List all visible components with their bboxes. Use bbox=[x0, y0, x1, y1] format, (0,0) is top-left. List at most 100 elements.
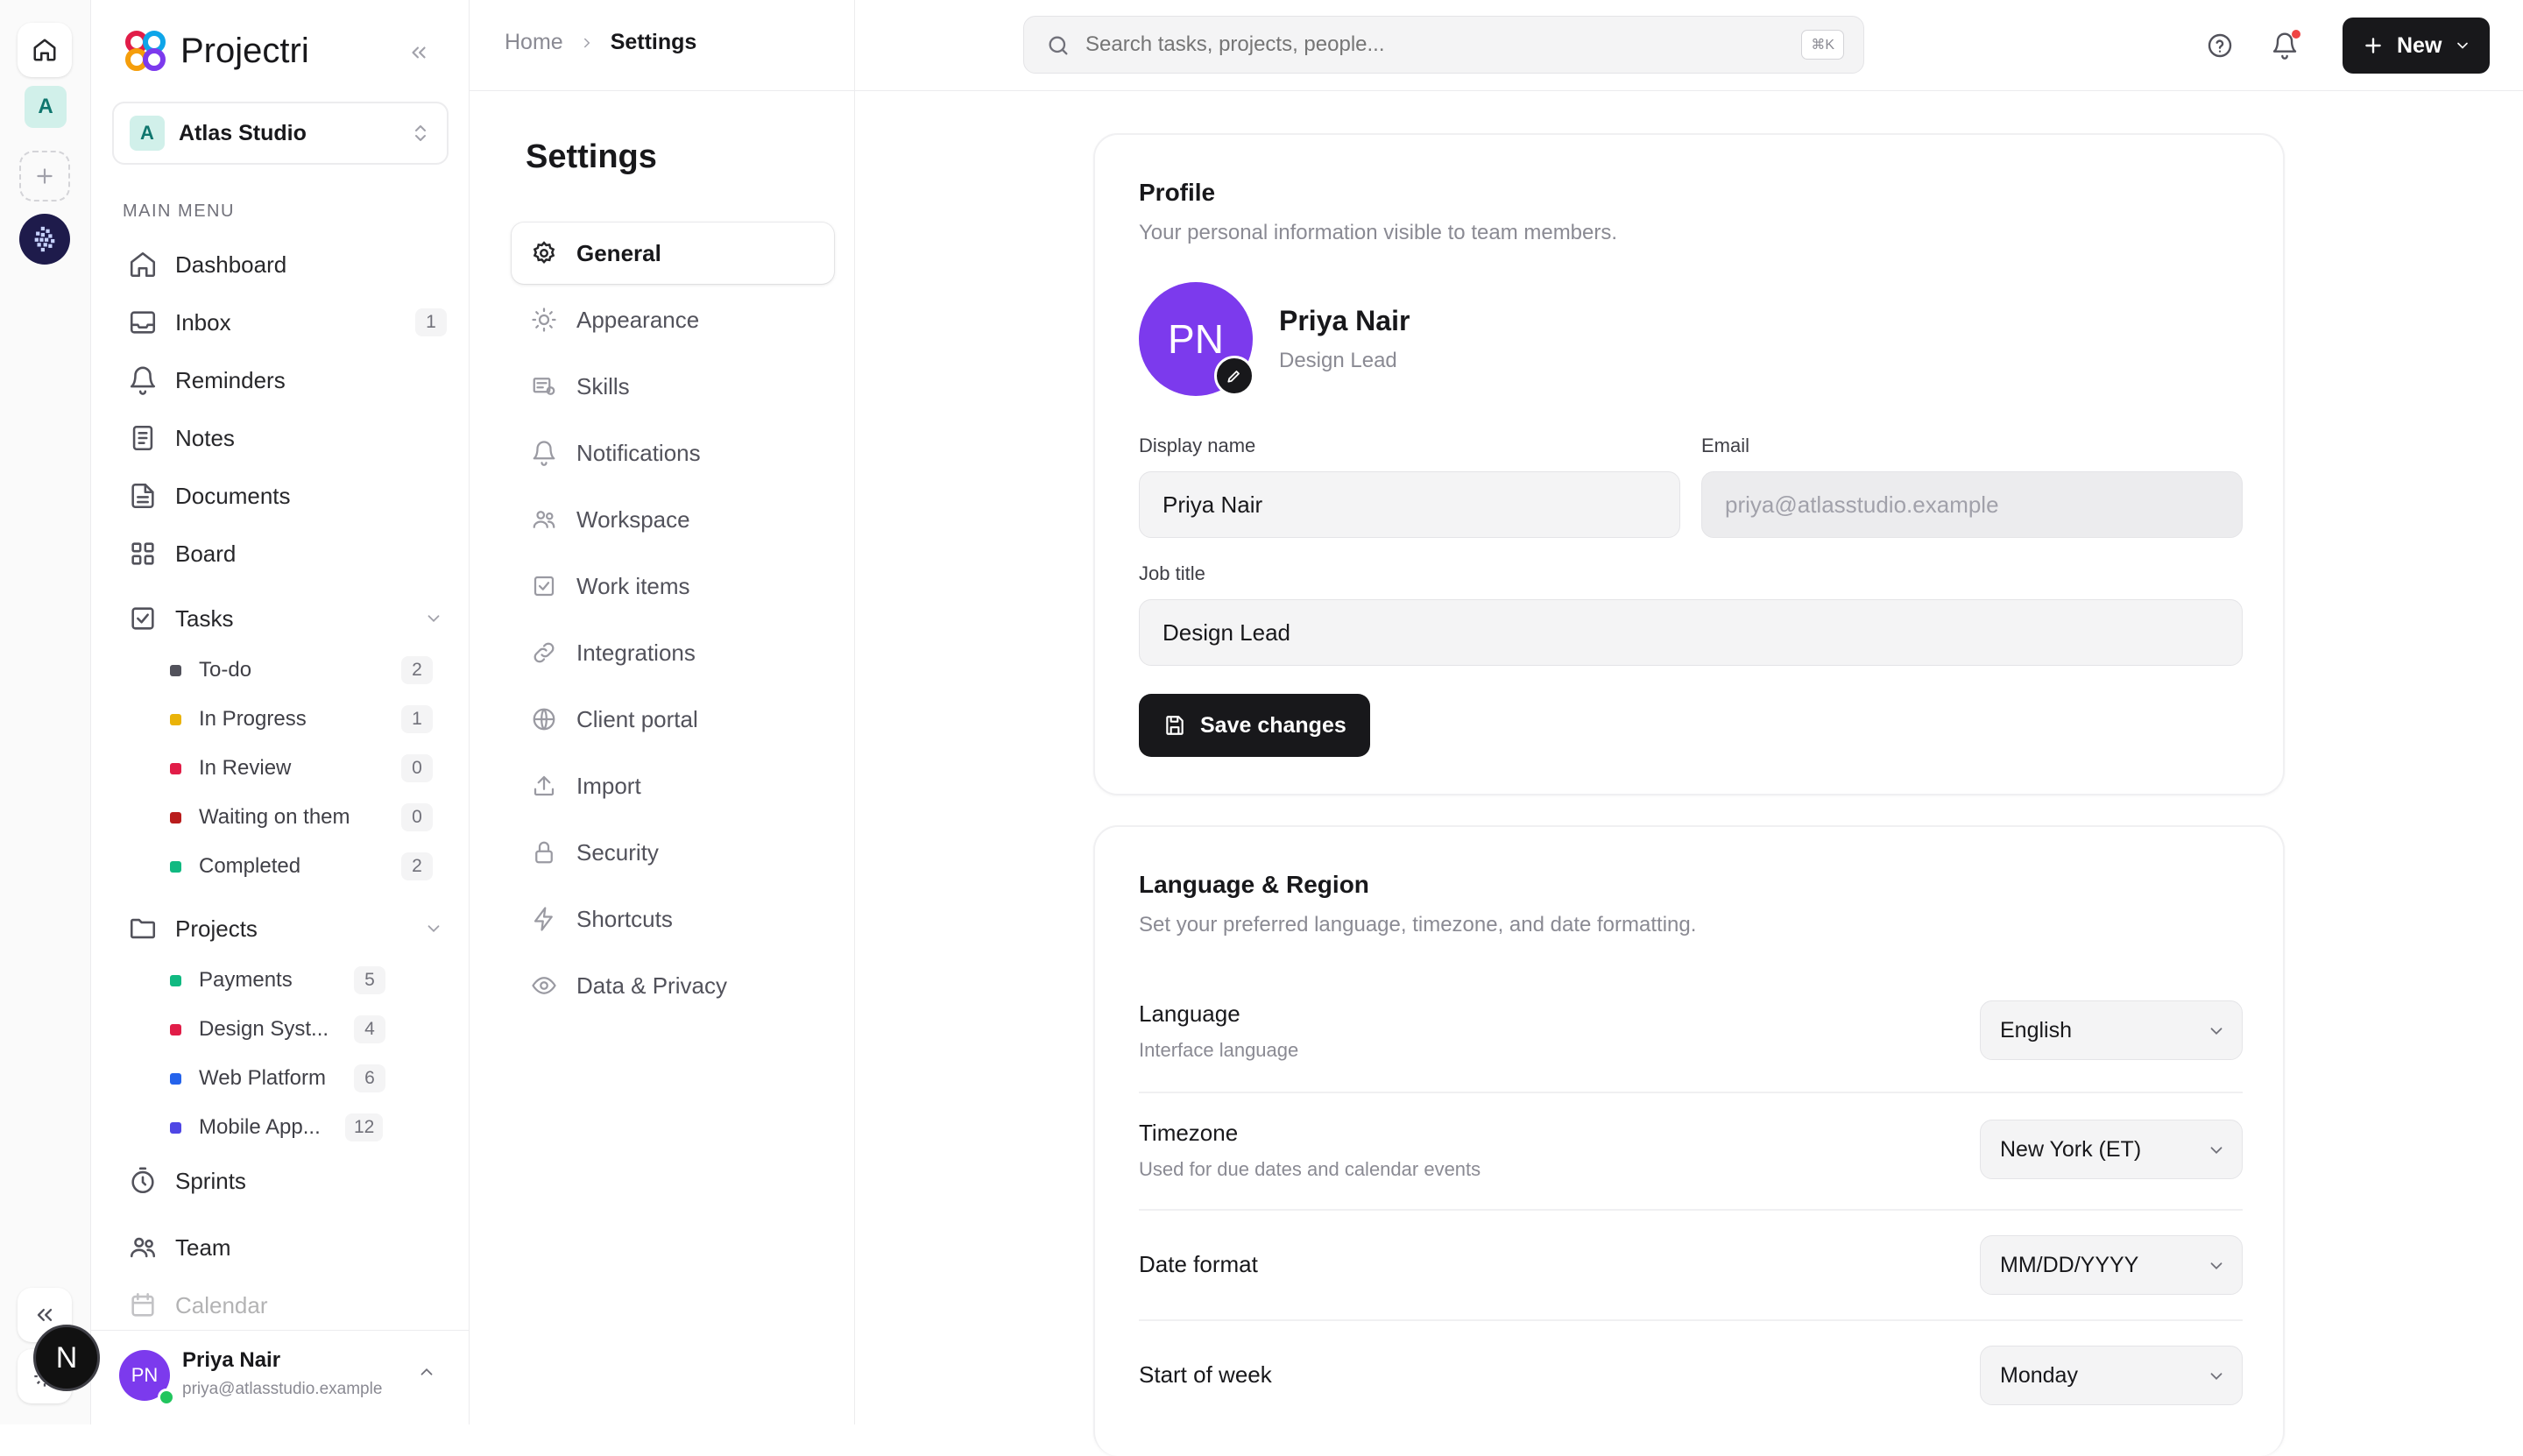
sidebar-item-notes[interactable]: Notes bbox=[123, 413, 447, 463]
settings-item-skills[interactable]: Skills bbox=[512, 356, 834, 417]
project-item-mobile-app[interactable]: Mobile App... bbox=[170, 1106, 321, 1149]
sidebar-item-calendar[interactable]: Calendar bbox=[123, 1281, 447, 1330]
settings-item-data-privacy[interactable]: Data & Privacy bbox=[512, 955, 834, 1016]
settings-item-work-items[interactable]: Work items bbox=[512, 555, 834, 617]
task-status-todo[interactable]: To-do bbox=[170, 648, 251, 692]
language-select[interactable]: English bbox=[1980, 1000, 2243, 1060]
display-name-label: Display name bbox=[1139, 435, 1256, 456]
timezone-row-sub: Used for due dates and calendar events bbox=[1139, 1158, 1481, 1180]
timezone-select-value: New York (ET) bbox=[2000, 1136, 2142, 1162]
task-status-in-review[interactable]: In Review bbox=[170, 746, 291, 790]
task-count-badge: 0 bbox=[401, 803, 433, 831]
note-icon bbox=[132, 425, 153, 451]
sidebar-collapse-button[interactable] bbox=[403, 37, 435, 68]
sidebar-item-inbox[interactable]: Inbox 1 bbox=[123, 298, 447, 347]
project-item-design-system[interactable]: Design Syst... bbox=[170, 1007, 329, 1051]
settings-item-import[interactable]: Import bbox=[512, 755, 834, 816]
task-count-badge: 2 bbox=[401, 656, 433, 684]
chevron-down-icon bbox=[2210, 1262, 2223, 1270]
sidebar-item-label: Documents bbox=[175, 482, 291, 509]
sidebar-item-sprints[interactable]: Sprints bbox=[123, 1156, 447, 1205]
chevron-down-icon bbox=[428, 925, 440, 933]
rail-add-workspace-button[interactable] bbox=[19, 151, 70, 201]
settings-item-label: General bbox=[576, 239, 661, 266]
sidebar-item-team[interactable]: Team bbox=[123, 1223, 447, 1272]
sidebar-item-board[interactable]: Board bbox=[123, 529, 447, 578]
user-menu[interactable]: PN Priya Nair priya@atlasstudio.example bbox=[91, 1330, 469, 1424]
profile-title: Profile bbox=[1139, 179, 1216, 206]
start-of-week-select[interactable]: Monday bbox=[1980, 1346, 2243, 1405]
profile-name: Priya Nair bbox=[1279, 305, 1410, 336]
task-status-in-progress[interactable]: In Progress bbox=[170, 697, 307, 741]
new-button[interactable]: New bbox=[2343, 18, 2490, 74]
user-name: Priya Nair bbox=[182, 1348, 281, 1372]
sidebar-item-documents[interactable]: Documents bbox=[123, 471, 447, 520]
language-row-label: Language bbox=[1139, 1000, 1240, 1027]
project-item-payments[interactable]: Payments bbox=[170, 958, 293, 1002]
workspace-avatar: A bbox=[130, 116, 165, 151]
sidebar-item-dashboard[interactable]: Dashboard bbox=[123, 240, 447, 289]
save-changes-button[interactable]: Save changes bbox=[1139, 694, 1370, 757]
task-status-label: In Progress bbox=[199, 707, 307, 731]
project-count-badge: 6 bbox=[354, 1064, 385, 1092]
job-title-field[interactable]: Design Lead bbox=[1139, 599, 2243, 666]
date-format-select[interactable]: MM/DD/YYYY bbox=[1980, 1235, 2243, 1295]
workspace-switcher[interactable]: A Atlas Studio bbox=[112, 102, 449, 165]
settings-title: Settings bbox=[526, 138, 657, 175]
settings-item-label: Security bbox=[576, 838, 659, 866]
settings-item-security[interactable]: Security bbox=[512, 822, 834, 883]
settings-item-client-portal[interactable]: Client portal bbox=[512, 689, 834, 750]
settings-item-notifications[interactable]: Notifications bbox=[512, 422, 834, 484]
sidebar-item-reminders[interactable]: Reminders bbox=[123, 356, 447, 405]
sidebar-group-projects[interactable]: Projects bbox=[123, 904, 447, 953]
home-icon bbox=[130, 251, 156, 278]
sidebar-group-tasks[interactable]: Tasks bbox=[123, 594, 447, 643]
settings-item-label: Work items bbox=[576, 572, 690, 599]
search-input[interactable] bbox=[1085, 17, 1751, 73]
inbox-icon bbox=[130, 311, 156, 334]
status-dot bbox=[170, 713, 181, 725]
users-icon bbox=[533, 511, 555, 528]
settings-item-label: Skills bbox=[576, 372, 630, 399]
timezone-select[interactable]: New York (ET) bbox=[1980, 1120, 2243, 1179]
settings-nav: Settings General Appearance Skills Notif… bbox=[470, 0, 855, 1424]
plus-icon bbox=[2365, 38, 2381, 53]
task-status-waiting[interactable]: Waiting on them bbox=[170, 795, 350, 839]
rail-app-avatar[interactable] bbox=[19, 214, 70, 265]
checkbox-icon bbox=[534, 576, 555, 597]
settings-item-workspace[interactable]: Workspace bbox=[512, 489, 834, 550]
project-count-badge: 5 bbox=[354, 966, 385, 994]
start-of-week-select-value: Monday bbox=[2000, 1362, 2078, 1388]
language-row-sub: Interface language bbox=[1139, 1039, 1299, 1061]
edit-avatar-button[interactable] bbox=[1214, 356, 1254, 396]
settings-item-label: Appearance bbox=[576, 306, 700, 333]
settings-item-integrations[interactable]: Integrations bbox=[512, 622, 834, 683]
settings-item-shortcuts[interactable]: Shortcuts bbox=[512, 888, 834, 950]
app-logo[interactable]: Projectri bbox=[121, 26, 309, 75]
task-count-badge: 2 bbox=[401, 852, 433, 880]
n-badge-button[interactable]: N bbox=[33, 1325, 100, 1391]
task-status-label: Completed bbox=[199, 854, 301, 878]
row-divider bbox=[1139, 1092, 2243, 1093]
rail-home-button[interactable] bbox=[18, 23, 72, 77]
status-dot bbox=[170, 762, 181, 774]
settings-item-general[interactable]: General bbox=[512, 223, 834, 284]
search-bar[interactable]: ⌘K bbox=[1023, 16, 1864, 74]
online-status-dot bbox=[158, 1389, 175, 1406]
project-item-web-platform[interactable]: Web Platform bbox=[170, 1057, 326, 1100]
status-dot bbox=[170, 811, 181, 823]
project-count-badge: 4 bbox=[354, 1015, 385, 1043]
task-status-completed[interactable]: Completed bbox=[170, 845, 300, 888]
app-name: Projectri bbox=[180, 31, 309, 70]
start-of-week-row-label: Start of week bbox=[1139, 1361, 1272, 1388]
task-status-label: To-do bbox=[199, 658, 252, 682]
task-count-badge: 1 bbox=[401, 705, 433, 733]
chevron-up-icon bbox=[420, 1368, 433, 1375]
email-field[interactable]: priya@atlasstudio.example bbox=[1701, 471, 2243, 538]
notifications-button[interactable] bbox=[2265, 26, 2304, 65]
rail-workspace-button[interactable]: A bbox=[25, 86, 67, 128]
help-button[interactable] bbox=[2201, 26, 2239, 65]
display-name-field[interactable]: Priya Nair bbox=[1139, 471, 1680, 538]
settings-item-appearance[interactable]: Appearance bbox=[512, 289, 834, 350]
timer-icon bbox=[131, 1167, 154, 1194]
